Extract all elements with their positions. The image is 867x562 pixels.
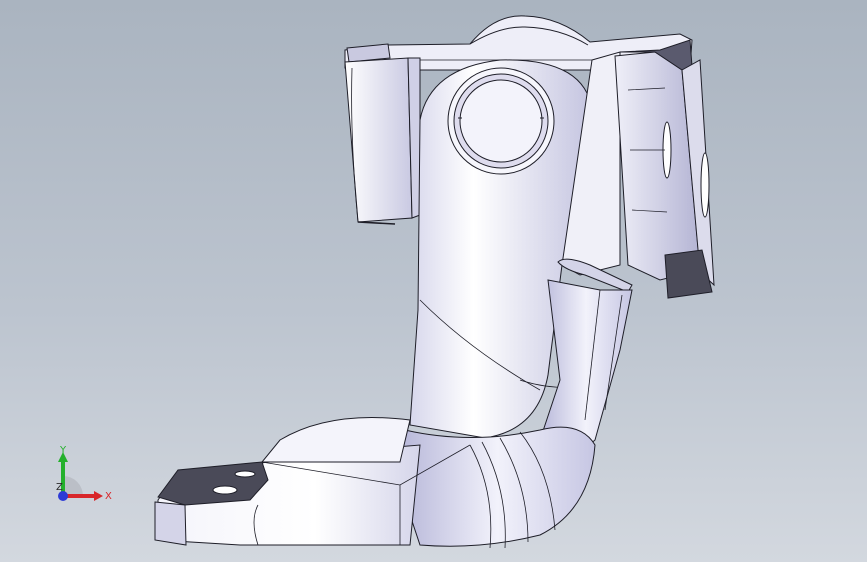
left-mount-block: [344, 57, 421, 225]
bore-hole: [447, 67, 555, 175]
y-axis-label: Y: [59, 445, 67, 456]
right-mount-block: [561, 39, 715, 299]
x-axis-label: X: [105, 491, 112, 502]
coordinate-triad: Y X Z: [56, 445, 112, 502]
x-axis-arrowhead: [94, 491, 103, 501]
lower-elbow: [399, 426, 596, 549]
graphics-viewport[interactable]: Y X Z: [0, 0, 867, 562]
z-axis-label: Z: [56, 482, 63, 493]
part-model[interactable]: [0, 0, 867, 562]
